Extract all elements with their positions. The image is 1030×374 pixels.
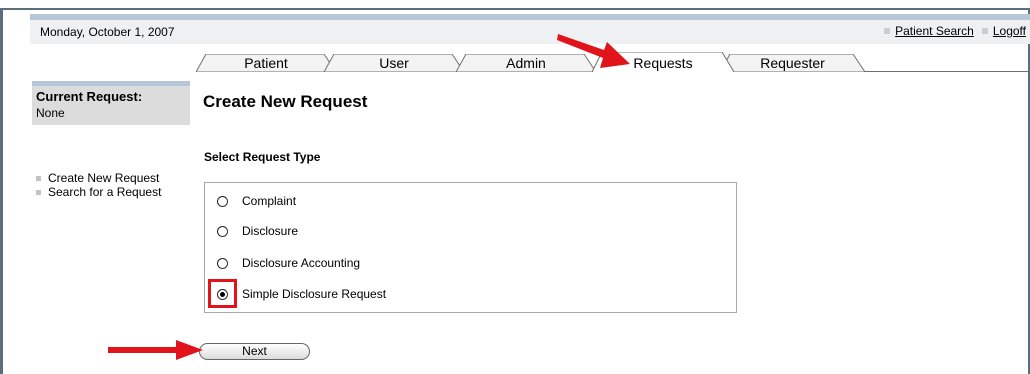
- bullet-icon: [884, 28, 891, 34]
- tab-requester[interactable]: Requester: [720, 54, 865, 72]
- patient-search-link[interactable]: Patient Search: [895, 24, 974, 38]
- tab-label: User: [379, 55, 409, 71]
- main-tabs: Patient User Admin Requester Requests: [0, 44, 1030, 74]
- option-label: Disclosure Accounting: [242, 256, 361, 270]
- current-request-label: Current Request:: [36, 89, 143, 104]
- next-button[interactable]: Next: [199, 343, 310, 360]
- section-title: Select Request Type: [204, 150, 321, 164]
- annotation-arrow-icon: [557, 34, 630, 68]
- radio-button[interactable]: [217, 225, 228, 237]
- annotation-highlight-box: [208, 279, 237, 308]
- header-bar: Monday, October 1, 2007 Patient Search L…: [30, 14, 1030, 44]
- sidebar-links: Create New Request Search for a Request: [36, 171, 161, 199]
- annotation-arrow-icon: [108, 340, 203, 360]
- current-date: Monday, October 1, 2007: [40, 25, 175, 39]
- option-label: Complaint: [242, 194, 297, 208]
- option-label: Disclosure: [242, 224, 299, 238]
- tab-label: Admin: [506, 55, 546, 71]
- current-request-box: Current Request: None: [32, 81, 190, 125]
- radio-button[interactable]: [217, 257, 228, 269]
- option-disclosure[interactable]: Disclosure: [217, 223, 298, 239]
- sidebar-item-create-new-request[interactable]: Create New Request: [36, 171, 161, 185]
- tab-label: Patient: [244, 55, 288, 71]
- sidebar-item-search-for-request[interactable]: Search for a Request: [36, 185, 161, 199]
- sidebar-item-label: Create New Request: [48, 171, 160, 185]
- request-type-options: Complaint Disclosure Disclosure Accounti…: [204, 182, 737, 313]
- option-disclosure-accounting[interactable]: Disclosure Accounting: [217, 255, 360, 271]
- tab-patient[interactable]: Patient: [196, 54, 336, 72]
- tab-label: Requester: [760, 55, 825, 71]
- sidebar-item-label: Search for a Request: [48, 185, 162, 199]
- current-request-value: None: [36, 106, 65, 120]
- page-title: Create New Request: [203, 92, 368, 111]
- window-top-edge: [0, 0, 1030, 10]
- bullet-icon: [36, 175, 41, 181]
- option-complaint[interactable]: Complaint: [217, 193, 296, 209]
- tab-user[interactable]: User: [324, 54, 464, 72]
- bullet-icon: [36, 189, 41, 195]
- option-simple-disclosure-request[interactable]: Simple Disclosure Request: [217, 286, 386, 302]
- radio-button[interactable]: [217, 195, 228, 207]
- bullet-icon: [981, 28, 988, 34]
- header-links: Patient Search Logoff: [876, 24, 1026, 38]
- tab-label: Requests: [633, 55, 693, 71]
- logoff-link[interactable]: Logoff: [993, 24, 1026, 38]
- option-label: Simple Disclosure Request: [242, 287, 387, 301]
